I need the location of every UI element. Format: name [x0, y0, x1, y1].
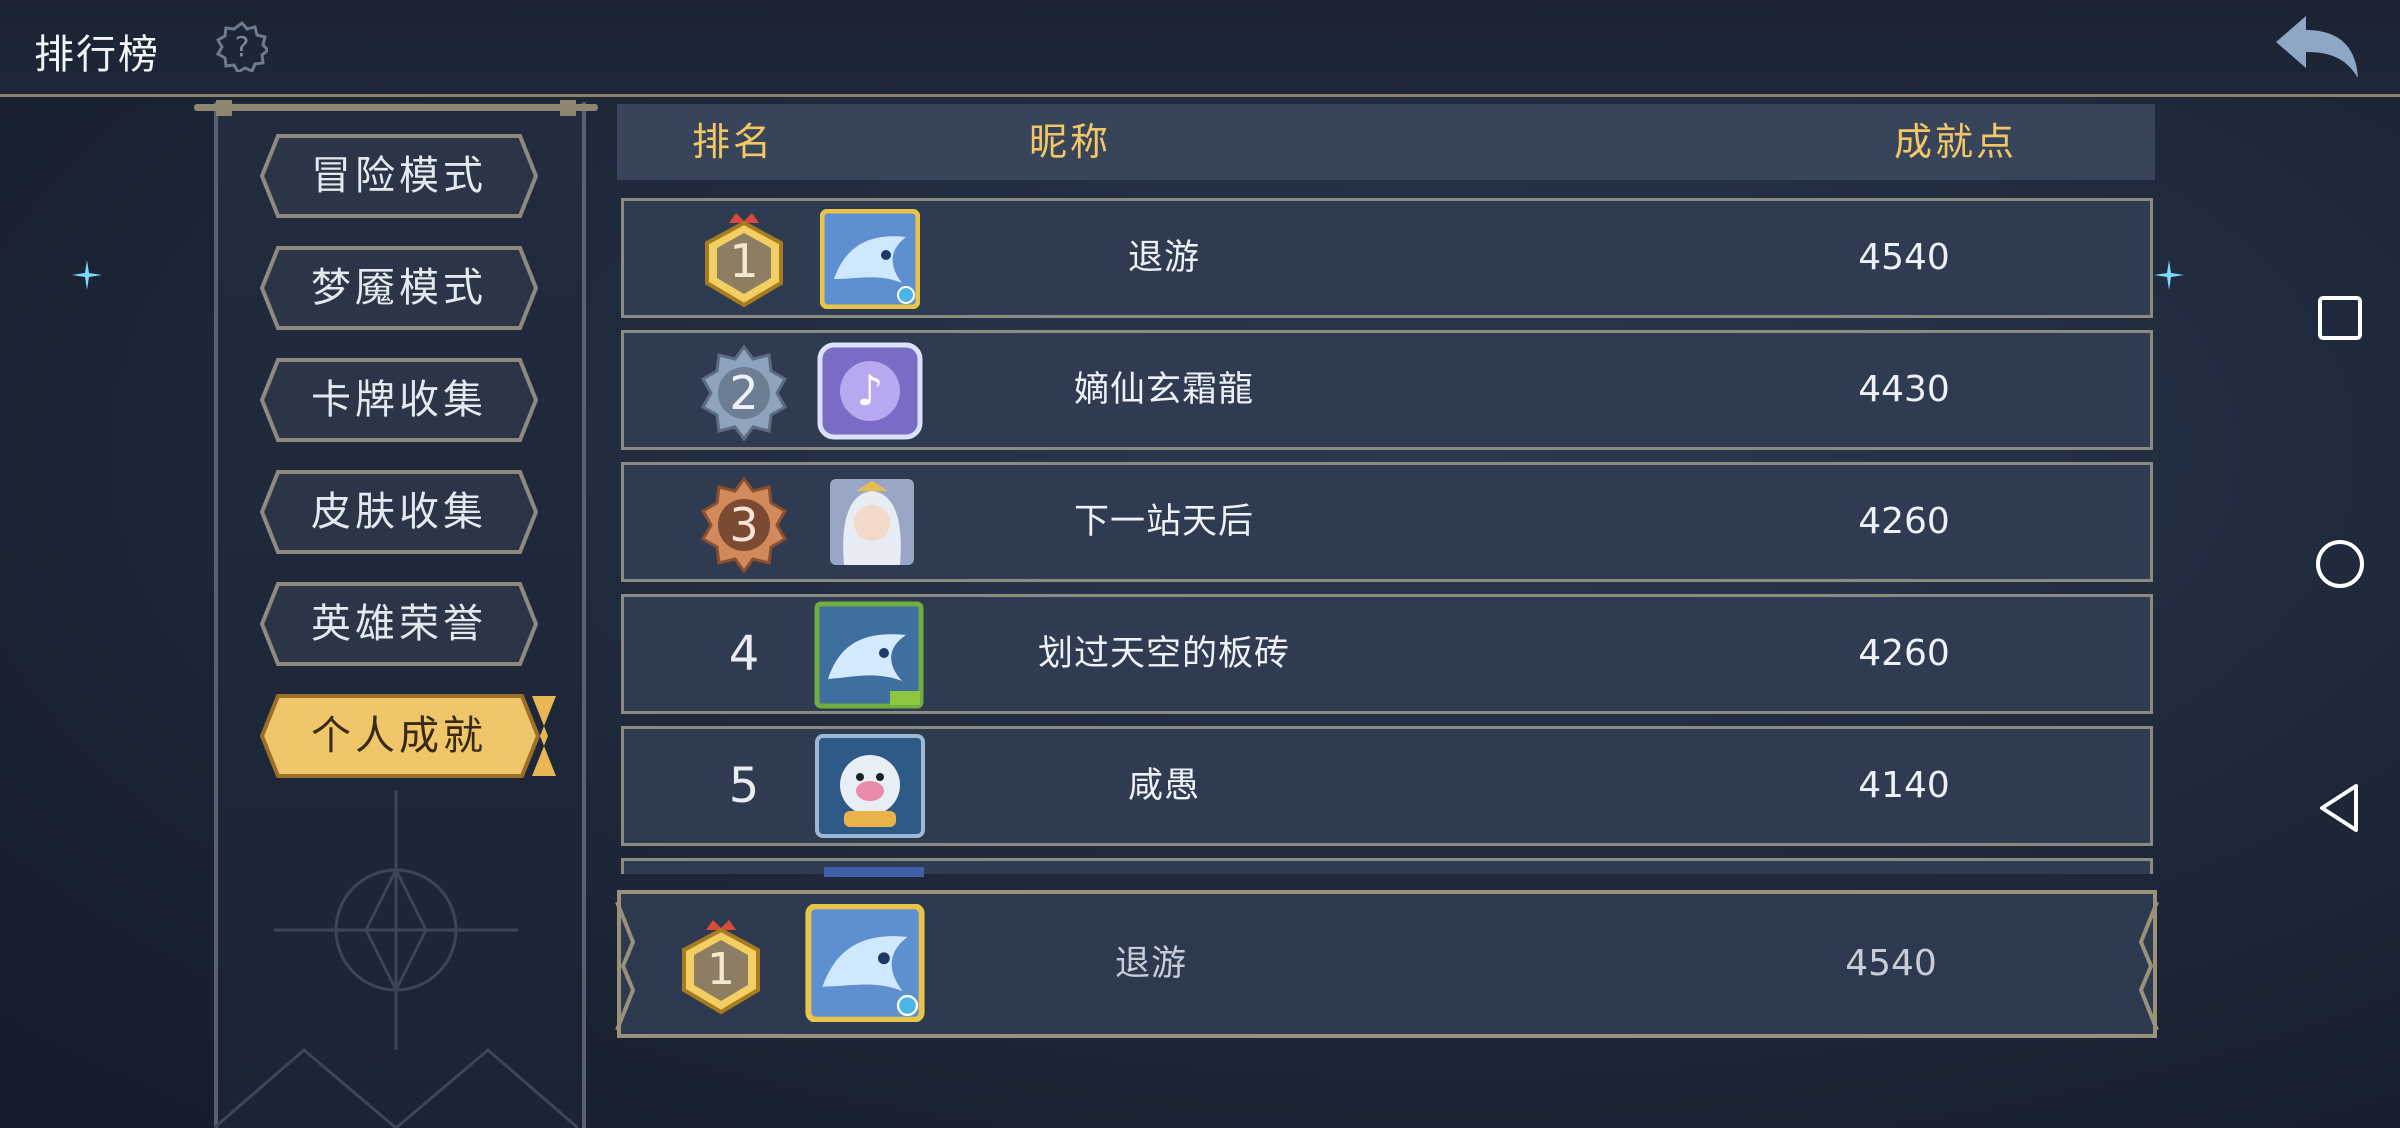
table-row[interactable]: 1 退游 4540	[621, 198, 2153, 318]
player-nickname: 退游	[1114, 944, 1187, 984]
table-row[interactable]: 4 划过天空的板砖 4260	[621, 594, 2153, 714]
frame-ornament	[615, 902, 635, 1030]
table-row[interactable]: 3 下一站天后 4260	[621, 462, 2153, 582]
sidebar-item-label: 卡牌收集	[311, 377, 487, 423]
achievement-points: 4260	[1858, 501, 1950, 542]
sidebar-item-card-collection[interactable]: 卡牌收集	[260, 358, 538, 442]
top-bar: 排行榜 ?	[0, 0, 2400, 97]
column-header-nickname: 昵称	[1029, 120, 1112, 164]
avatar-partial	[824, 867, 924, 877]
player-nickname: 退游	[1127, 238, 1200, 278]
banner-rod-end	[216, 100, 232, 116]
player-nickname: 咸愚	[1127, 766, 1200, 806]
sparkle-decoration	[2154, 260, 2184, 290]
rank-number: 2	[729, 366, 759, 420]
rank-number: 1	[707, 944, 735, 995]
frame-ornament	[2139, 902, 2159, 1030]
column-header-points: 成就点	[1894, 120, 2018, 164]
achievement-points: 4540	[1858, 237, 1950, 278]
banner-ornament	[214, 790, 578, 1128]
sidebar-item-hero-honor[interactable]: 英雄荣誉	[260, 582, 538, 666]
help-icon[interactable]: ?	[216, 20, 268, 72]
achievement-points: 4540	[1845, 943, 1937, 984]
sidebar-item-label: 个人成就	[311, 713, 487, 759]
player-nickname: 嫡仙玄霜龍	[1073, 370, 1254, 410]
banner-rod-end	[560, 100, 576, 116]
achievement-points: 4430	[1858, 369, 1950, 410]
rank-number: 3	[729, 498, 759, 552]
svg-text:?: ?	[235, 30, 250, 63]
achievement-points: 4140	[1858, 765, 1950, 806]
sidebar-item-label: 梦魇模式	[311, 265, 487, 311]
back-arrow-icon[interactable]	[2272, 12, 2362, 82]
back-icon[interactable]	[2312, 780, 2368, 836]
sidebar-item-label: 冒险模式	[311, 153, 487, 199]
sidebar-item-adventure-mode[interactable]: 冒险模式	[260, 134, 538, 218]
column-header-rank: 排名	[692, 120, 775, 164]
sidebar-item-label: 皮肤收集	[311, 489, 487, 535]
player-nickname: 下一站天后	[1073, 502, 1254, 542]
sparkle-decoration	[72, 260, 102, 290]
page-title: 排行榜	[34, 32, 160, 78]
rank-number: 4	[728, 626, 760, 682]
sidebar-item-nightmare-mode[interactable]: 梦魇模式	[260, 246, 538, 330]
achievement-points: 4260	[1858, 633, 1950, 674]
table-header: 排名 昵称 成就点	[617, 104, 2155, 180]
table-row[interactable]: 2 ♪ 嫡仙玄霜龍 4430	[621, 330, 2153, 450]
self-rank-row: 1 退游 4540	[615, 890, 2159, 1038]
rank-number: 5	[728, 758, 760, 814]
recent-apps-icon[interactable]	[2312, 290, 2368, 346]
sidebar-item-personal-achievements[interactable]: 个人成就	[260, 694, 560, 778]
sidebar-item-label: 英雄荣誉	[311, 601, 487, 647]
svg-text:♪: ♪	[857, 366, 884, 415]
banner-rod	[194, 104, 598, 111]
sidebar-item-skin-collection[interactable]: 皮肤收集	[260, 470, 538, 554]
rank-number: 1	[729, 234, 759, 288]
home-icon[interactable]	[2312, 536, 2368, 592]
table-row[interactable]: 5 咸愚 4140	[621, 726, 2153, 846]
player-nickname: 划过天空的板砖	[1037, 634, 1290, 674]
table-row-partial	[621, 858, 2153, 877]
